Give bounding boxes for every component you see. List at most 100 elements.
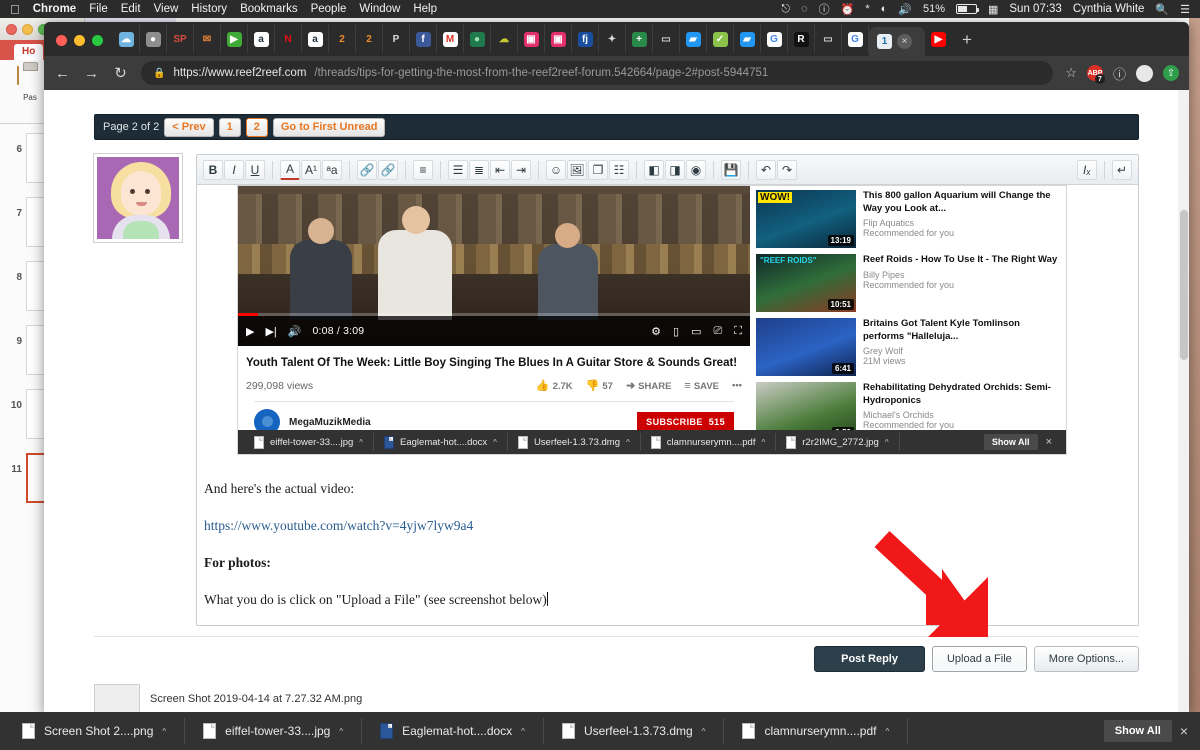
tab-favicon-green-plus[interactable]: + bbox=[626, 25, 653, 53]
download-item[interactable]: eiffel-tower-33....jpg ^ bbox=[185, 718, 363, 744]
wifi-icon[interactable]: ◐ bbox=[881, 3, 888, 15]
indent-button[interactable]: ⇥ bbox=[511, 159, 531, 180]
tab-favicon-2checkout-2[interactable]: 2 bbox=[356, 25, 383, 53]
chevron-up-icon[interactable]: ^ bbox=[521, 727, 525, 736]
battery-icon[interactable] bbox=[955, 4, 979, 14]
chevron-up-icon[interactable]: ^ bbox=[885, 727, 889, 736]
volume-icon[interactable]: 🔊 bbox=[288, 325, 302, 338]
video-player[interactable]: ▶ ▶| 🔊 0:08 / 3:09 ⚙ ▯ ▭ ⎚ ⛶ bbox=[238, 186, 750, 346]
creative-cloud-icon[interactable]: ◌ bbox=[801, 3, 808, 15]
tab-favicon-dropbox[interactable]: ☁ bbox=[113, 25, 140, 53]
page-1-button[interactable]: 1 bbox=[218, 117, 241, 137]
page-info-icon[interactable]: ⓘ bbox=[1113, 64, 1126, 83]
more-actions-button[interactable]: ••• bbox=[732, 380, 742, 391]
info-icon[interactable]: ⓘ bbox=[819, 1, 830, 17]
embedded-screenshot-image[interactable]: ▶ ▶| 🔊 0:08 / 3:09 ⚙ ▯ ▭ ⎚ ⛶ Youth Talen… bbox=[237, 185, 1067, 455]
float-left-button[interactable]: ◧ bbox=[644, 159, 664, 180]
page-scrollbar-track[interactable] bbox=[1178, 90, 1189, 714]
profile-avatar[interactable] bbox=[1136, 64, 1153, 82]
bullet-list-button[interactable]: ☰ bbox=[448, 159, 468, 180]
show-all-downloads-button[interactable]: Show All bbox=[1103, 720, 1172, 742]
download-item[interactable]: eiffel-tower-33....jpg ^ bbox=[244, 433, 375, 451]
smilies-button[interactable]: ☺ bbox=[546, 159, 566, 180]
upload-a-file-button[interactable]: Upload a File bbox=[931, 646, 1027, 672]
tab-favicon-message-blue-2[interactable]: ▰ bbox=[734, 25, 761, 53]
font-size-button[interactable]: A¹ bbox=[301, 159, 321, 180]
numbered-list-button[interactable]: ≣ bbox=[469, 159, 489, 180]
outdent-button[interactable]: ⇤ bbox=[490, 159, 510, 180]
post-body-text[interactable]: And here's the actual video: https://www… bbox=[204, 481, 1128, 608]
list-item[interactable]: WOW! 13:19 This 800 gallon Aquarium will… bbox=[756, 190, 1060, 248]
tab-favicon-dark-sketch[interactable]: ✦ bbox=[599, 25, 626, 53]
ppt-close-button[interactable] bbox=[6, 23, 17, 35]
settings-icon[interactable]: ⚙ bbox=[651, 325, 661, 338]
tab-favicon-google-2[interactable]: G bbox=[842, 25, 869, 53]
chevron-up-icon[interactable]: ^ bbox=[493, 438, 497, 447]
insert-media-button[interactable]: ❐ bbox=[588, 159, 608, 180]
unlink-button[interactable]: 🔗 bbox=[378, 159, 398, 180]
chevron-up-icon[interactable]: ^ bbox=[359, 438, 363, 447]
channel-name[interactable]: MegaMuzikMedia bbox=[289, 417, 371, 428]
bookmark-star-icon[interactable]: ☆ bbox=[1065, 65, 1077, 81]
tab-favicon-p[interactable]: P bbox=[383, 25, 410, 53]
bold-button[interactable]: B bbox=[203, 159, 223, 180]
show-all-downloads-button[interactable]: Show All bbox=[983, 434, 1038, 450]
save-button[interactable]: ≡ SAVE bbox=[684, 380, 719, 392]
close-downloads-bar-icon[interactable]: × bbox=[1172, 723, 1196, 739]
menu-item-help[interactable]: Help bbox=[413, 3, 437, 15]
forward-button[interactable]: → bbox=[83, 65, 100, 82]
apple-logo-icon[interactable]:  bbox=[10, 3, 20, 16]
spotlight-search-icon[interactable]: 🔍 bbox=[1155, 3, 1169, 16]
chevron-up-icon[interactable]: ^ bbox=[626, 438, 630, 447]
chrome-update-menu-icon[interactable]: ⇧ bbox=[1163, 65, 1179, 81]
ppt-minimize-button[interactable] bbox=[22, 23, 33, 35]
calculator-icon[interactable]: ▦ bbox=[988, 3, 998, 16]
time-machine-icon[interactable]: ⏰ bbox=[841, 3, 855, 16]
menubar-user-name[interactable]: Cynthia White bbox=[1073, 3, 1145, 15]
new-tab-button[interactable]: + bbox=[952, 30, 982, 56]
more-options-button[interactable]: More Options... bbox=[1033, 646, 1139, 672]
back-button[interactable]: ← bbox=[54, 65, 71, 82]
download-item[interactable]: Userfeel-1.3.73.dmg ^ bbox=[544, 718, 725, 744]
post-reply-button[interactable]: Post Reply bbox=[814, 646, 925, 672]
download-item[interactable]: Eaglemat-hot....docx ^ bbox=[362, 718, 544, 744]
tab-favicon-fj-blue[interactable]: fj bbox=[572, 25, 599, 53]
download-item[interactable]: Eaglemat-hot....docx ^ bbox=[374, 433, 508, 451]
camera-button[interactable]: ◉ bbox=[686, 159, 706, 180]
page-2-button[interactable]: 2 bbox=[245, 117, 268, 137]
attachment-thumbnail[interactable] bbox=[94, 684, 140, 714]
list-item[interactable]: 6:41 Britains Got Talent Kyle Tomlinson … bbox=[756, 318, 1060, 376]
tab-favicon-check-green[interactable]: ✓ bbox=[707, 25, 734, 53]
tab-favicon-netflix[interactable]: N bbox=[275, 25, 302, 53]
chevron-up-icon[interactable]: ^ bbox=[702, 727, 706, 736]
menu-item-edit[interactable]: Edit bbox=[121, 3, 141, 15]
fullscreen-icon[interactable]: ⛶ bbox=[734, 325, 742, 338]
maximize-window-button[interactable] bbox=[92, 35, 103, 46]
undo-button[interactable]: ↶ bbox=[756, 159, 776, 180]
float-right-button[interactable]: ◨ bbox=[665, 159, 685, 180]
chevron-up-icon[interactable]: ^ bbox=[339, 727, 343, 736]
menu-item-bookmarks[interactable]: Bookmarks bbox=[240, 3, 298, 15]
tab-favicon-instagram-2[interactable]: ▣ bbox=[545, 25, 572, 53]
avatar[interactable] bbox=[93, 153, 183, 243]
close-window-button[interactable] bbox=[56, 35, 67, 46]
menu-item-chrome[interactable]: Chrome bbox=[33, 3, 76, 15]
menubar-clock[interactable]: Sun 07:33 bbox=[1009, 3, 1061, 15]
minimize-window-button[interactable] bbox=[74, 35, 85, 46]
chevron-up-icon[interactable]: ^ bbox=[885, 438, 889, 447]
tab-favicon-mail-orange[interactable]: ✉ bbox=[194, 25, 221, 53]
active-tab[interactable]: 1 × bbox=[869, 27, 925, 56]
font-family-button[interactable]: ᵃa bbox=[322, 159, 342, 180]
menu-item-view[interactable]: View bbox=[154, 3, 179, 15]
tab-favicon-facebook[interactable]: f bbox=[410, 25, 437, 53]
download-item[interactable]: clamnurserymn....pdf ^ bbox=[724, 718, 909, 744]
chevron-up-icon[interactable]: ^ bbox=[761, 438, 765, 447]
tab-favicon-r-black[interactable]: R bbox=[788, 25, 815, 53]
save-draft-button[interactable]: 💾 bbox=[721, 159, 741, 180]
prev-page-button[interactable]: < Prev bbox=[164, 117, 214, 137]
tab-favicon-cloud-olive[interactable]: ☁ bbox=[491, 25, 518, 53]
screen-share-icon[interactable]: ⎋ bbox=[781, 3, 790, 16]
play-icon[interactable]: ▶ bbox=[246, 325, 254, 338]
tab-favicon-youtube[interactable]: ▶ bbox=[925, 25, 952, 53]
go-to-first-unread-button[interactable]: Go to First Unread bbox=[272, 117, 386, 137]
